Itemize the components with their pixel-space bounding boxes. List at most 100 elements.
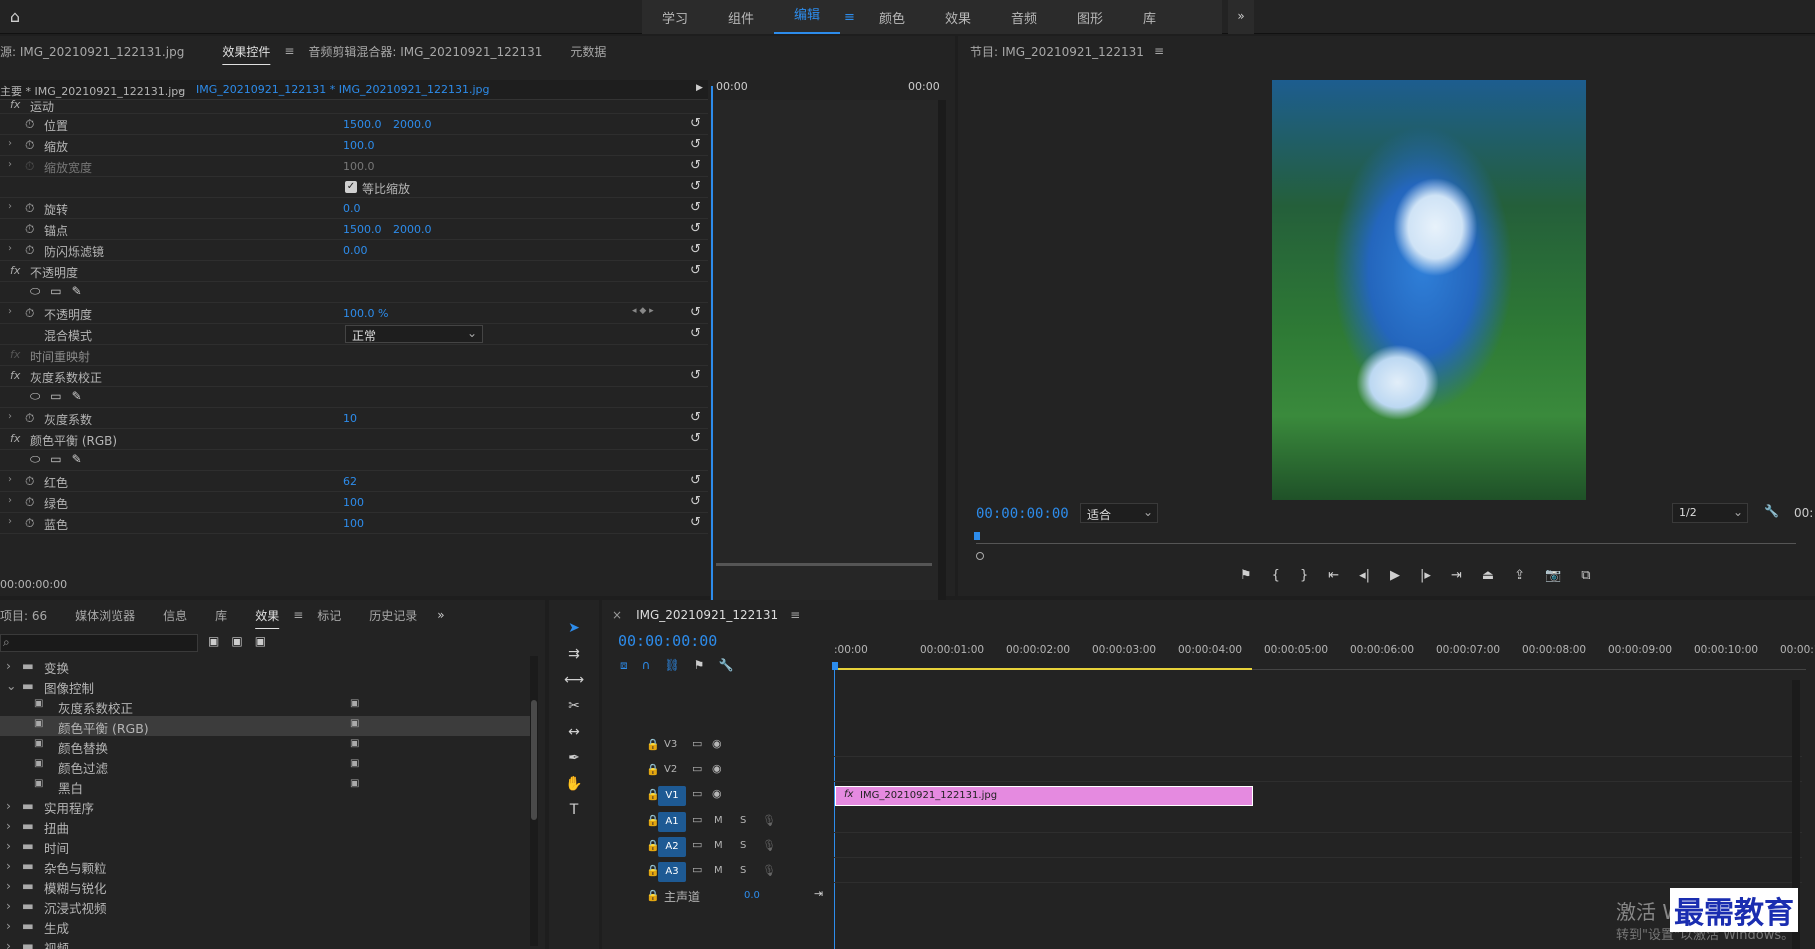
tab-history[interactable]: 历史记录 (355, 607, 431, 624)
mark-in-icon[interactable]: { (1272, 568, 1280, 583)
reset-icon[interactable]: ↺ (690, 368, 701, 383)
reset-icon[interactable]: ↺ (690, 158, 701, 173)
tab-project[interactable]: 项目: 66 (0, 607, 61, 624)
sync-lock-icon[interactable]: ▭ (692, 863, 702, 876)
pen-mask-icon[interactable]: ✎ (72, 284, 82, 299)
reset-icon[interactable]: ↺ (690, 431, 701, 446)
ellipse-mask-icon[interactable]: ⬭ (30, 389, 40, 404)
position-y-value[interactable]: 2000.0 (393, 118, 432, 131)
tab-markers[interactable]: 标记 (303, 607, 355, 624)
stopwatch-icon[interactable]: ⏱ (25, 306, 34, 321)
fx-icon[interactable]: fx (10, 432, 20, 445)
program-title[interactable]: 节目: IMG_20210921_122131 (970, 43, 1144, 60)
sync-lock-icon[interactable]: ▭ (692, 838, 702, 851)
step-back-icon[interactable]: ◂| (1359, 568, 1370, 583)
source-tab[interactable]: 源: IMG_20210921_122131.jpg (0, 43, 198, 60)
chevron-right-icon[interactable]: › (6, 838, 11, 853)
uniform-scale-checkbox[interactable]: ✓ (345, 181, 357, 193)
reset-icon[interactable]: ↺ (690, 410, 701, 425)
chevron-right-icon[interactable]: › (8, 138, 12, 149)
sync-lock-icon[interactable]: ▭ (692, 813, 702, 826)
tab-effects[interactable]: 效果 (241, 607, 293, 624)
effects-scroll-thumb[interactable] (531, 700, 537, 820)
panel-menu-icon[interactable]: ≡ (293, 608, 303, 622)
reset-icon[interactable]: ↺ (690, 179, 701, 194)
pen-mask-icon[interactable]: ✎ (72, 389, 82, 404)
chevron-right-icon[interactable]: › (6, 658, 11, 673)
accelerated-effects-icon[interactable]: ▣ (208, 634, 219, 648)
workspace-tab-editing[interactable]: 编辑 (774, 0, 841, 34)
more-panels-icon[interactable]: » (437, 608, 444, 622)
ec-scrollbar[interactable] (938, 100, 946, 600)
mic-icon[interactable]: 🎙 (762, 814, 776, 827)
reset-icon[interactable]: ↺ (690, 263, 701, 278)
rotation-value[interactable]: 0.0 (343, 202, 361, 215)
effects-folder[interactable]: ⌄ ▬ 图像控制 (0, 676, 530, 696)
timeline-playhead-handle[interactable] (832, 662, 838, 670)
fx-icon[interactable]: fx (10, 369, 20, 382)
program-scrub-ruler[interactable] (976, 534, 1796, 544)
resolution-select[interactable]: 1/2 ⌄ (1672, 503, 1748, 523)
rectangle-mask-icon[interactable]: ▭ (50, 389, 61, 404)
workspace-tab-audio[interactable]: 音频 (991, 8, 1057, 27)
stopwatch-icon[interactable]: ⏱ (25, 411, 34, 426)
effects-folder[interactable]: › ▬ 模糊与锐化 (0, 876, 530, 896)
fx-icon[interactable]: fx (10, 264, 20, 277)
keyframe-area[interactable] (710, 100, 940, 600)
mic-icon[interactable]: 🎙 (762, 864, 776, 877)
work-area-bar[interactable] (834, 668, 1252, 670)
rectangle-mask-icon[interactable]: ▭ (50, 452, 61, 467)
chevron-right-icon[interactable]: › (8, 495, 12, 506)
ellipse-mask-icon[interactable]: ⬭ (30, 284, 40, 299)
workspace-menu-icon[interactable]: ≡ (840, 10, 859, 25)
program-frame-image[interactable] (1272, 80, 1586, 500)
effects-folder[interactable]: › ▬ 变换 (0, 656, 530, 676)
ellipse-mask-icon[interactable]: ⬭ (30, 452, 40, 467)
sync-lock-icon[interactable]: ▭ (692, 787, 702, 800)
keyframe-nav-icon[interactable]: ◂ ◆ ▸ (632, 306, 654, 316)
mute-button[interactable]: M (714, 840, 723, 851)
anchor-y-value[interactable]: 2000.0 (393, 223, 432, 236)
reset-icon[interactable]: ↺ (690, 242, 701, 257)
yuv-effects-icon[interactable]: ▣ (255, 634, 266, 648)
reset-icon[interactable]: ↺ (690, 515, 701, 530)
gamma-value[interactable]: 10 (343, 412, 357, 425)
chevron-right-icon[interactable]: › (6, 858, 11, 873)
effects-scrollbar[interactable] (530, 656, 538, 946)
tab-libraries[interactable]: 库 (201, 607, 241, 624)
sync-lock-icon[interactable]: ▭ (692, 762, 702, 775)
solo-button[interactable]: S (740, 815, 746, 826)
scale-value[interactable]: 100.0 (343, 139, 375, 152)
effects-folder[interactable]: › ▬ 视频 (0, 936, 530, 949)
mute-button[interactable]: M (714, 815, 723, 826)
effects-item[interactable]: ▣ ▣ 黑白 (0, 776, 530, 796)
opacity-value[interactable]: 100.0 % (343, 307, 388, 320)
ripple-edit-tool-icon[interactable]: ⟷ (564, 672, 584, 688)
solo-button[interactable]: S (740, 840, 746, 851)
pen-mask-icon[interactable]: ✎ (72, 452, 82, 467)
effects-folder[interactable]: › ▬ 时间 (0, 836, 530, 856)
effects-item[interactable]: ▣ ▣ 颜色过滤 (0, 756, 530, 776)
lift-icon[interactable]: ⏏ (1482, 568, 1494, 583)
type-tool-icon[interactable]: T (570, 802, 579, 818)
panel-menu-icon[interactable]: ≡ (284, 44, 294, 58)
v1-target-button[interactable]: V1 (658, 786, 686, 806)
reset-icon[interactable]: ↺ (690, 326, 701, 341)
home-icon[interactable]: ⌂ (4, 6, 26, 28)
lock-icon[interactable]: 🔒 (646, 763, 660, 776)
chevron-right-icon[interactable]: › (8, 243, 12, 254)
a1-target-button[interactable]: A1 (658, 812, 686, 832)
reset-icon[interactable]: ↺ (690, 116, 701, 131)
effects-item[interactable]: ▣ ▣ 颜色替换 (0, 736, 530, 756)
mute-button[interactable]: M (714, 865, 723, 876)
eye-icon[interactable]: ◉ (712, 762, 722, 775)
master-volume[interactable]: 0.0 (744, 890, 760, 901)
blue-value[interactable]: 100 (343, 517, 364, 530)
32bit-effects-icon[interactable]: ▣ (231, 634, 242, 648)
fx-icon[interactable]: fx (10, 98, 20, 111)
video-clip[interactable]: fx IMG_20210921_122131.jpg (835, 786, 1253, 806)
chevron-right-icon[interactable]: › (8, 159, 12, 170)
track-select-tool-icon[interactable]: ⇉ (568, 646, 580, 662)
solo-button[interactable]: S (740, 865, 746, 876)
chevron-right-icon[interactable]: › (6, 898, 11, 913)
